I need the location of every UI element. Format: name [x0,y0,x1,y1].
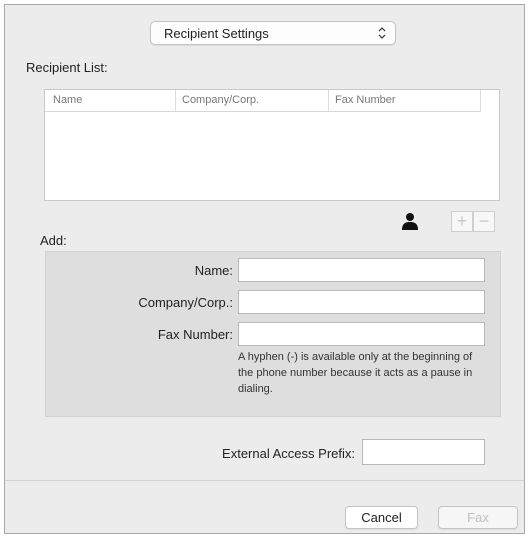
company-field[interactable] [238,290,485,314]
column-header-company[interactable]: Company/Corp. [182,94,259,106]
popup-arrows-icon [377,25,387,41]
person-icon [399,213,421,234]
table-header: Name Company/Corp. Fax Number [45,90,481,112]
company-label: Company/Corp.: [138,295,233,310]
address-book-button[interactable] [399,211,421,231]
settings-popup-menu[interactable]: Recipient Settings [150,21,396,45]
recipient-list-label: Recipient List: [26,60,108,75]
add-section-label: Add: [40,233,67,248]
fax-number-hint: A hyphen (-) is available only at the be… [238,351,473,395]
fax-number-field[interactable] [238,322,485,346]
fax-button[interactable]: Fax [438,506,518,529]
table-header-corner [480,90,499,112]
column-header-name[interactable]: Name [53,94,82,106]
add-recipient-button[interactable]: + [451,211,473,232]
settings-popup-label: Recipient Settings [164,26,269,41]
external-access-prefix-label: External Access Prefix: [222,446,355,461]
fax-number-label: Fax Number: [157,327,233,342]
name-field[interactable] [238,258,485,282]
remove-recipient-button[interactable]: − [473,211,495,232]
column-separator [328,90,329,112]
recipient-list-table[interactable]: Name Company/Corp. Fax Number [44,89,500,201]
name-label: Name: [194,263,233,278]
column-header-fax-number[interactable]: Fax Number [335,94,396,106]
external-access-prefix-field[interactable] [362,439,485,465]
cancel-button[interactable]: Cancel [345,506,418,529]
recipient-settings-dialog: Recipient Settings Recipient List: Name … [4,4,525,534]
column-separator [175,90,176,112]
footer-divider [5,480,524,481]
